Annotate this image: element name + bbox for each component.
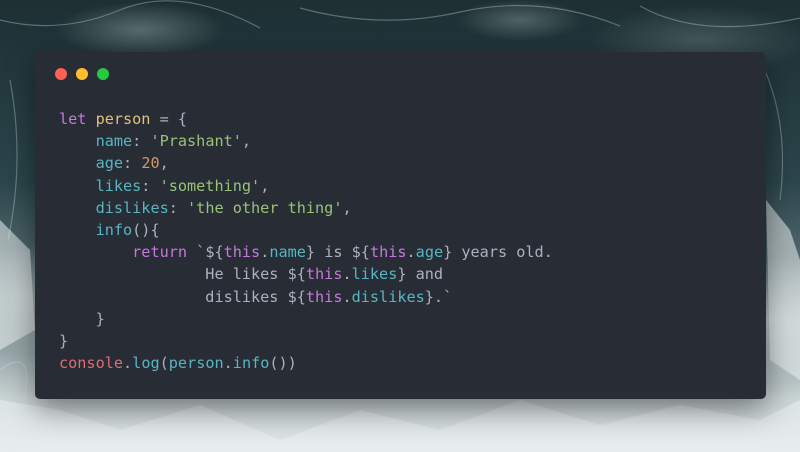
code-token-plain: : (123, 154, 142, 173)
code-token-number: 20 (141, 154, 160, 173)
maximize-dot-icon[interactable] (97, 68, 109, 80)
code-token-plain: ( (159, 354, 169, 373)
code-token-plain: = { (150, 110, 188, 128)
code-token-plain: , (260, 176, 270, 195)
code-line: dislikes ${this.dislikes}.` (59, 286, 553, 308)
code-token-prop: person (168, 354, 224, 373)
code-token-plain: `${ (187, 243, 224, 262)
code-token-plain: ()) (269, 354, 297, 373)
code-token-plain: (){ (132, 220, 160, 239)
code-line: console.log(person.info()) (59, 352, 553, 374)
code-token-string: 'Prashant' (150, 132, 242, 151)
code-token-plain: : (132, 132, 151, 151)
code-token-console: console (59, 354, 124, 373)
code-line: name: 'Prashant', (59, 130, 553, 152)
code-token-prop: likes (95, 176, 142, 195)
code-line: likes: 'something', (59, 175, 553, 197)
code-token-keyword: this (305, 287, 343, 306)
code-token-plain: , (241, 132, 252, 151)
code-token-prop: name (95, 132, 133, 151)
code-token-keyword: this (369, 243, 407, 262)
code-token-prop: name (269, 243, 306, 262)
code-token-prop: dislikes (351, 287, 425, 306)
code-token-string: 'something' (159, 176, 261, 195)
code-token-plain: , (159, 154, 169, 173)
code-token-plain: } (59, 331, 69, 350)
code-line: age: 20, (59, 152, 553, 174)
code-token-plain: } (59, 309, 105, 328)
code-token-plain: dislikes ${ (59, 287, 306, 306)
code-token-plain: . (342, 287, 352, 306)
code-token-plain: , (342, 198, 352, 217)
code-token-prop: log (132, 354, 160, 373)
code-line: } (59, 308, 553, 330)
code-line: He likes ${this.likes} and (59, 263, 553, 285)
code-token-plain: } years old. (443, 243, 553, 262)
code-token-plain: } is ${ (305, 243, 370, 262)
code-token-plain: : (141, 176, 160, 195)
window-controls (55, 68, 109, 80)
code-token-keyword: let (59, 110, 87, 128)
code-token-keyword: this (223, 243, 261, 262)
code-token-prop: dislikes (95, 198, 169, 217)
code-token-prop: age (95, 154, 124, 173)
minimize-dot-icon[interactable] (76, 68, 88, 80)
code-token-plain: He likes ${ (59, 265, 306, 284)
code-token-prop: age (415, 243, 444, 262)
code-token-keyword: return (132, 243, 188, 262)
close-dot-icon[interactable] (55, 68, 67, 80)
code-token-plain: }.` (424, 287, 453, 306)
code-token-keyword: this (305, 265, 343, 284)
code-line: let person = { (59, 108, 553, 130)
code-line: info(){ (59, 219, 553, 241)
code-line: dislikes: 'the other thing', (59, 197, 553, 219)
code-block: let person = { name: 'Prashant', age: 20… (59, 108, 553, 374)
code-token-plain: . (223, 354, 233, 373)
code-token-prop: info (232, 354, 270, 373)
code-token-plain: . (342, 265, 352, 284)
code-line: return `${this.name} is ${this.age} year… (59, 241, 553, 263)
code-token-var: person (95, 110, 151, 128)
code-token-prop: likes (351, 265, 398, 284)
code-token-plain: . (260, 243, 270, 262)
code-token-plain: } and (397, 265, 444, 284)
code-token-plain: . (406, 243, 416, 262)
code-token-string: 'the other thing' (187, 198, 343, 217)
code-line: } (59, 330, 553, 352)
code-window: let person = { name: 'Prashant', age: 20… (35, 52, 766, 399)
code-token-prop: info (95, 220, 133, 239)
code-token-plain: . (123, 354, 133, 373)
code-token-plain: : (168, 198, 188, 217)
